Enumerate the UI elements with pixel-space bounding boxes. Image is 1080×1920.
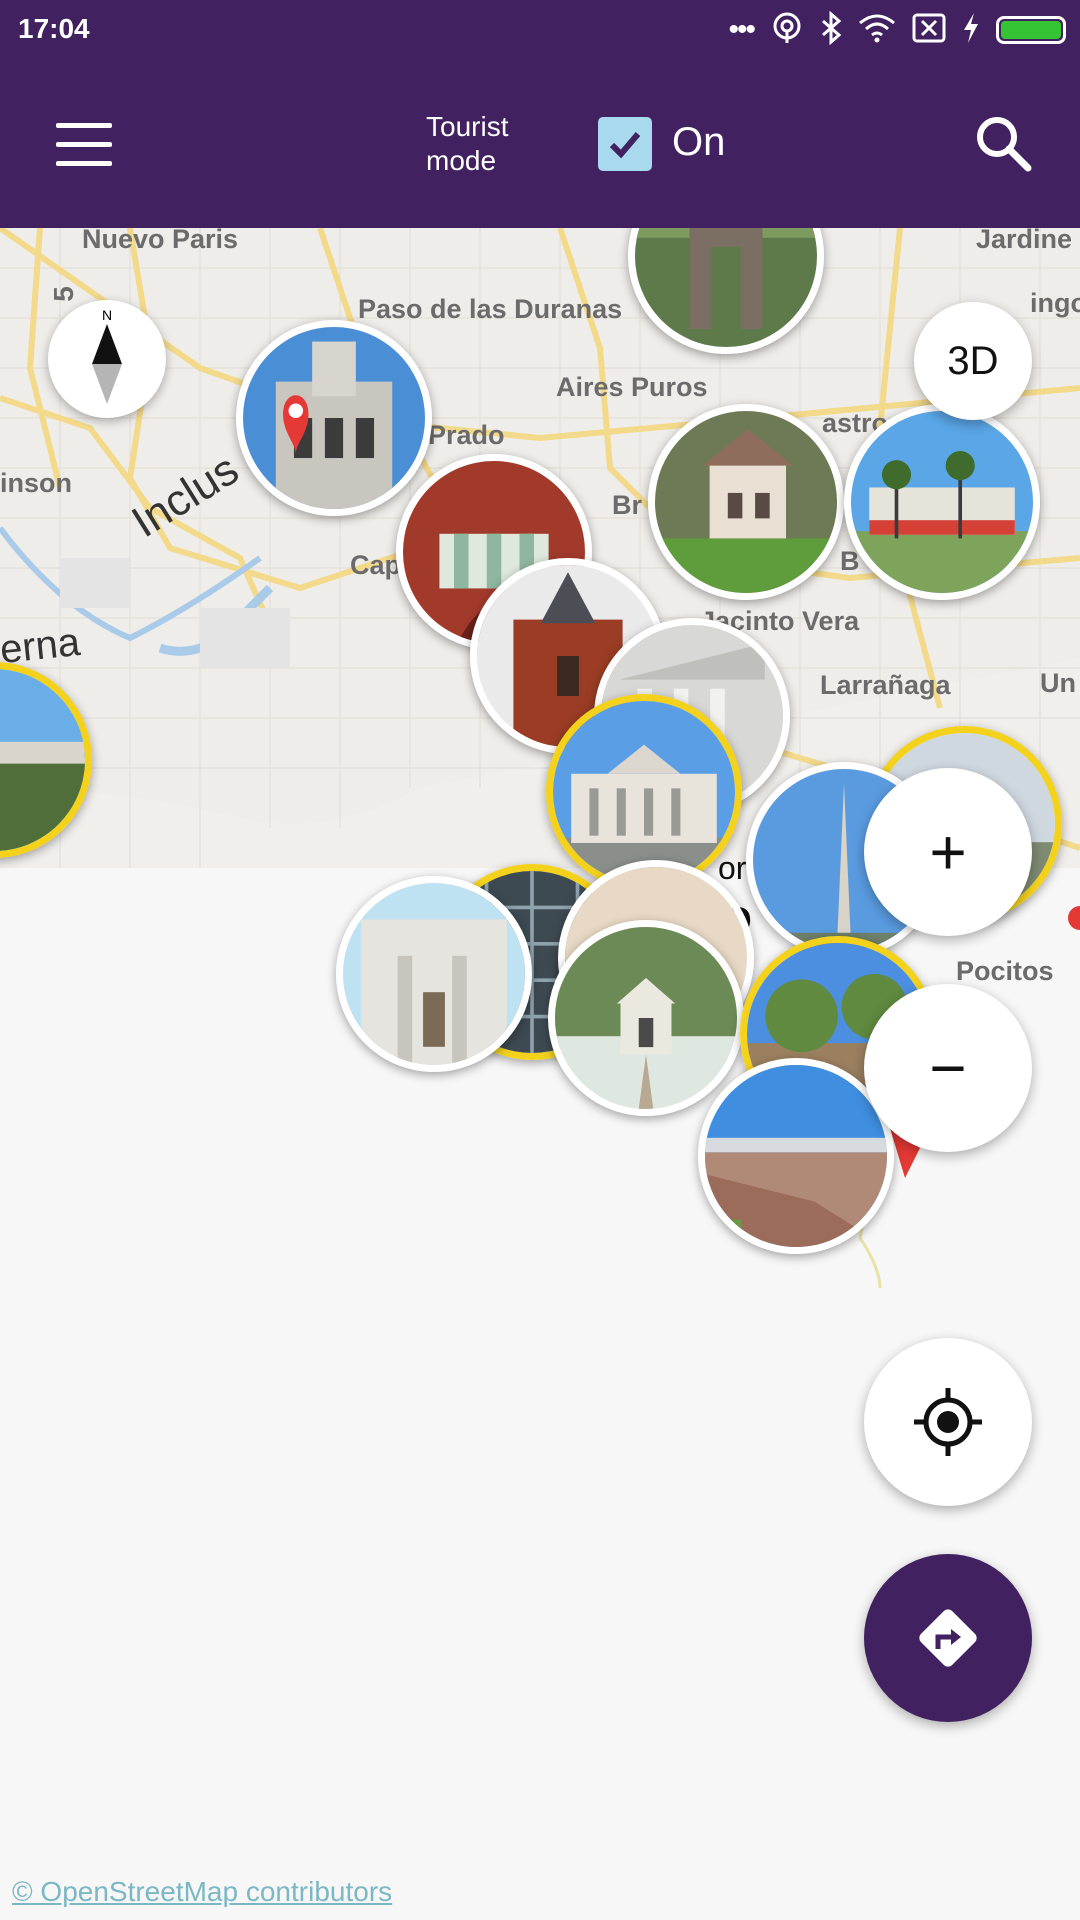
place-br: Br — [612, 490, 643, 520]
place-paso-duranas: Paso de las Duranas — [358, 294, 623, 324]
svg-text:N: N — [102, 307, 112, 323]
attraction-pin-holocaust-memorial[interactable] — [698, 1058, 894, 1254]
search-icon[interactable] — [972, 112, 1036, 176]
zoom-out-label: − — [929, 1032, 967, 1104]
attraction-pin-cathedral[interactable] — [336, 876, 532, 1072]
place-aires-puros: Aires Puros — [556, 372, 708, 402]
osm-attribution-link[interactable]: © OpenStreetMap contributors — [12, 1876, 392, 1908]
directions-button[interactable] — [864, 1554, 1032, 1722]
place-larranaga: Larrañaga — [820, 670, 951, 700]
charging-icon — [962, 12, 980, 49]
place-jardines: Jardine — [976, 228, 1073, 254]
compass-button[interactable]: N — [48, 300, 166, 418]
hotspot-icon — [770, 11, 804, 50]
battery-icon — [996, 16, 1066, 44]
dots-icon: ••• — [728, 13, 755, 46]
status-icons: ••• — [728, 10, 1066, 50]
attraction-pin-mansion[interactable] — [648, 404, 844, 600]
top-app-bar: Tourist mode On — [0, 60, 1080, 228]
tourist-mode-label: Tourist mode — [426, 111, 509, 176]
bluetooth-icon — [820, 10, 842, 50]
zoom-in-button[interactable]: + — [864, 768, 1032, 936]
status-time: 17:04 — [18, 13, 90, 44]
place-prado: Prado — [428, 420, 505, 450]
three-d-label: 3D — [947, 338, 999, 383]
place-nuevo-paris: Nuevo Paris — [82, 228, 239, 254]
place-inson: inson — [0, 468, 72, 498]
place-cap: Cap — [350, 550, 402, 580]
place-inge: ingo — [1030, 288, 1080, 318]
wifi-icon — [858, 13, 896, 48]
attraction-pin-church-tower[interactable] — [236, 320, 432, 516]
no-sim-icon — [912, 13, 946, 48]
my-location-icon — [914, 1388, 982, 1456]
check-icon — [609, 132, 641, 159]
place-pocitos: Pocitos — [956, 956, 1054, 986]
status-bar: 17:04 ••• — [0, 0, 1080, 60]
map-view[interactable]: Nuevo Paris Paso de las Duranas Jardine … — [0, 228, 1080, 1920]
hamburger-menu-icon[interactable] — [42, 108, 126, 180]
my-location-button[interactable] — [864, 1338, 1032, 1506]
compass-icon: N — [92, 307, 122, 404]
place-un: Un — [1040, 668, 1076, 698]
directions-icon — [919, 1609, 977, 1667]
three-d-button[interactable]: 3D — [914, 302, 1032, 420]
zoom-in-label: + — [929, 816, 967, 888]
tourist-mode-checkbox[interactable] — [598, 117, 652, 171]
attraction-pin-stadium[interactable] — [844, 404, 1040, 600]
place-or: or — [718, 850, 747, 886]
tourist-mode-state: On — [672, 120, 726, 164]
attraction-pin-cemetery[interactable] — [548, 920, 744, 1116]
zoom-out-button[interactable]: − — [864, 984, 1032, 1152]
